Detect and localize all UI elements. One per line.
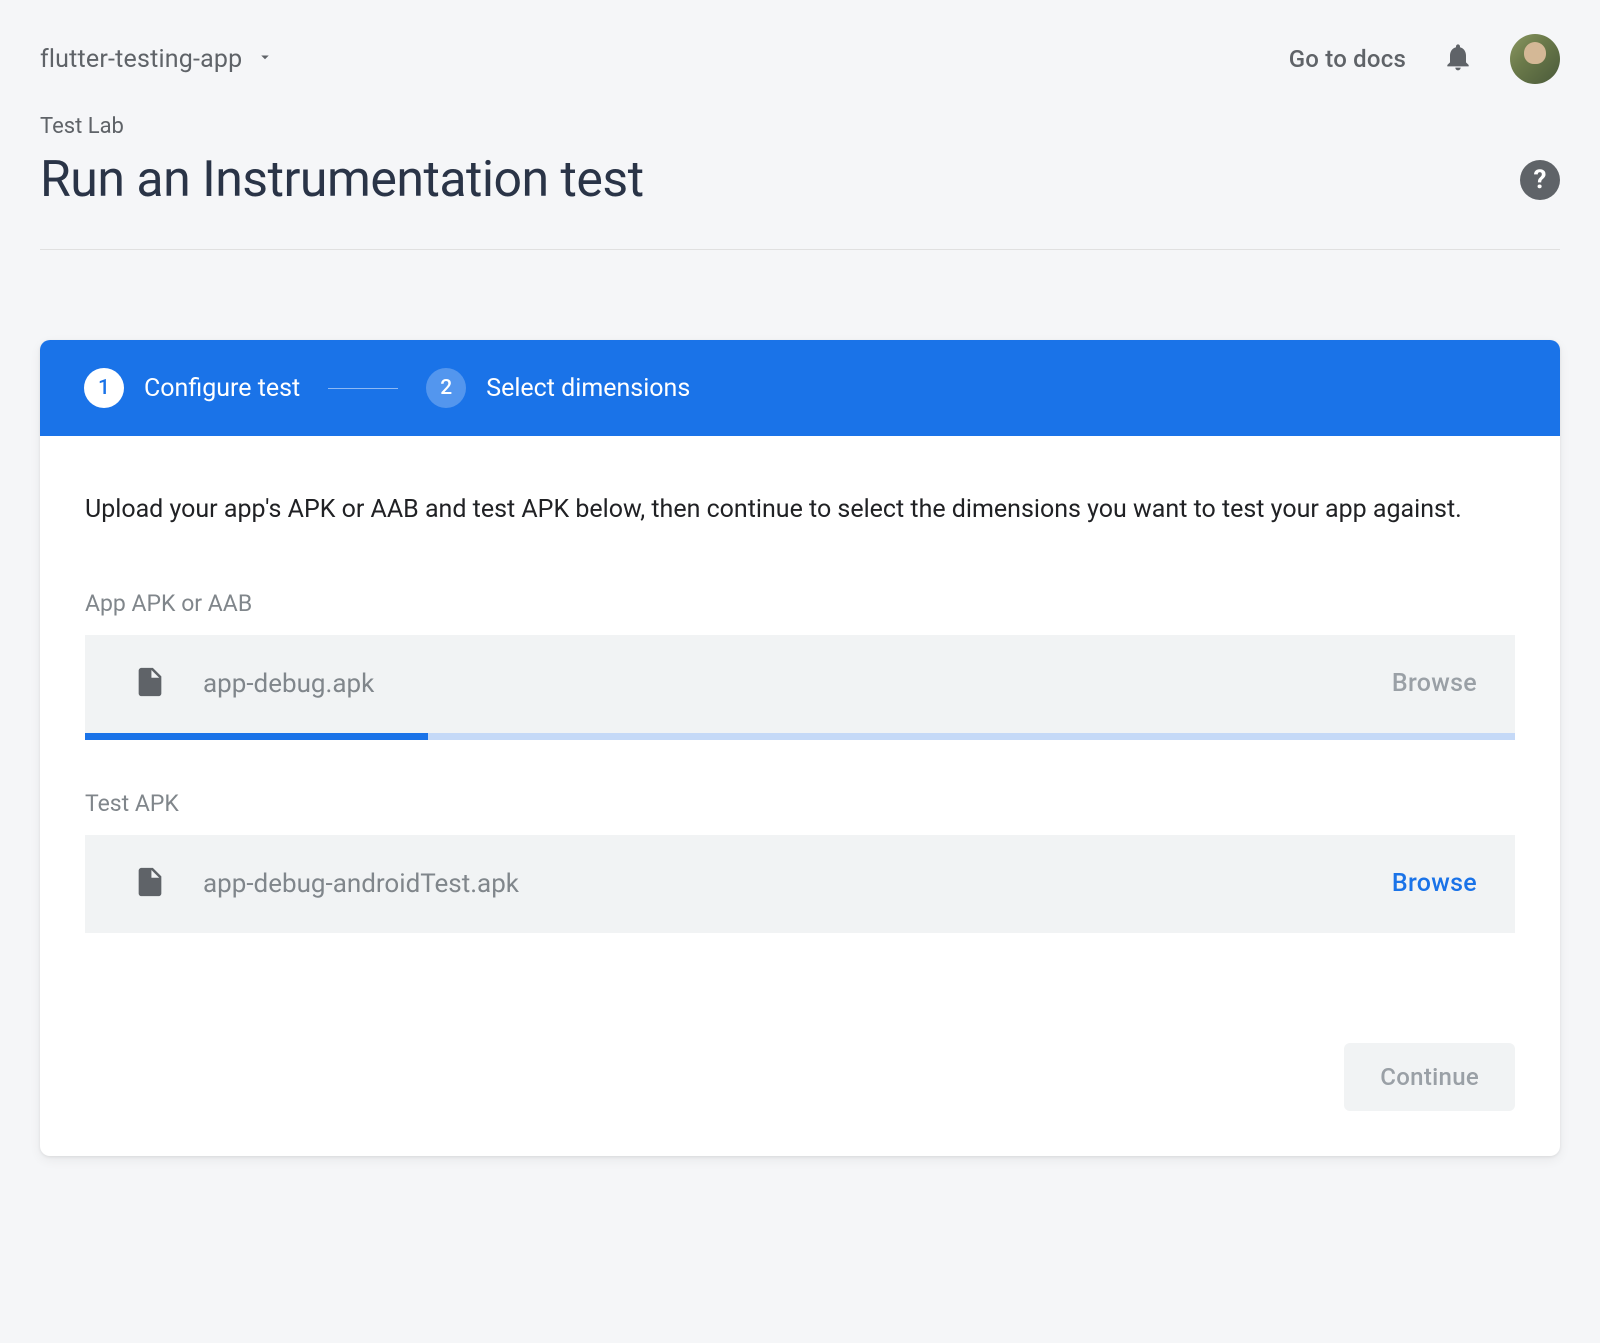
file-name: app-debug-androidTest.apk: [203, 869, 519, 899]
page-title: Run an Instrumentation test: [40, 151, 644, 209]
breadcrumb: Test Lab: [40, 114, 1560, 139]
step-label: Configure test: [144, 374, 300, 403]
file-icon: [133, 865, 167, 903]
step-configure-test[interactable]: 1 Configure test: [84, 368, 300, 408]
page-header: Test Lab Run an Instrumentation test ?: [40, 104, 1560, 250]
browse-button[interactable]: Browse: [1392, 869, 1477, 898]
step-label: Select dimensions: [486, 374, 690, 403]
bell-icon[interactable]: [1442, 41, 1474, 77]
file-name: app-debug.apk: [203, 669, 374, 699]
upload-progress-fill: [85, 733, 428, 740]
continue-button[interactable]: Continue: [1344, 1043, 1515, 1111]
upload-label: App APK or AAB: [85, 590, 1515, 617]
project-name: flutter-testing-app: [40, 45, 242, 74]
step-select-dimensions[interactable]: 2 Select dimensions: [426, 368, 690, 408]
upload-label: Test APK: [85, 790, 1515, 817]
docs-link[interactable]: Go to docs: [1289, 45, 1406, 73]
file-icon: [133, 665, 167, 703]
stepper: 1 Configure test 2 Select dimensions: [40, 340, 1560, 436]
chevron-down-icon: [256, 48, 274, 70]
project-selector[interactable]: flutter-testing-app: [40, 45, 274, 74]
browse-button[interactable]: Browse: [1392, 669, 1477, 698]
step-number: 1: [84, 368, 124, 408]
help-icon[interactable]: ?: [1520, 160, 1560, 200]
intro-text: Upload your app's APK or AAB and test AP…: [85, 491, 1515, 530]
topbar: flutter-testing-app Go to docs: [40, 30, 1560, 104]
upload-box-test-apk[interactable]: app-debug-androidTest.apk Browse: [85, 835, 1515, 933]
step-divider: [328, 388, 398, 389]
avatar[interactable]: [1510, 34, 1560, 84]
upload-section-test-apk: Test APK app-debug-androidTest.apk Brows…: [85, 790, 1515, 933]
upload-box-app-apk[interactable]: app-debug.apk Browse: [85, 635, 1515, 733]
main-card: 1 Configure test 2 Select dimensions Upl…: [40, 340, 1560, 1156]
step-number: 2: [426, 368, 466, 408]
upload-progress-bar: [85, 733, 1515, 740]
upload-section-app-apk: App APK or AAB app-debug.apk Browse: [85, 590, 1515, 740]
